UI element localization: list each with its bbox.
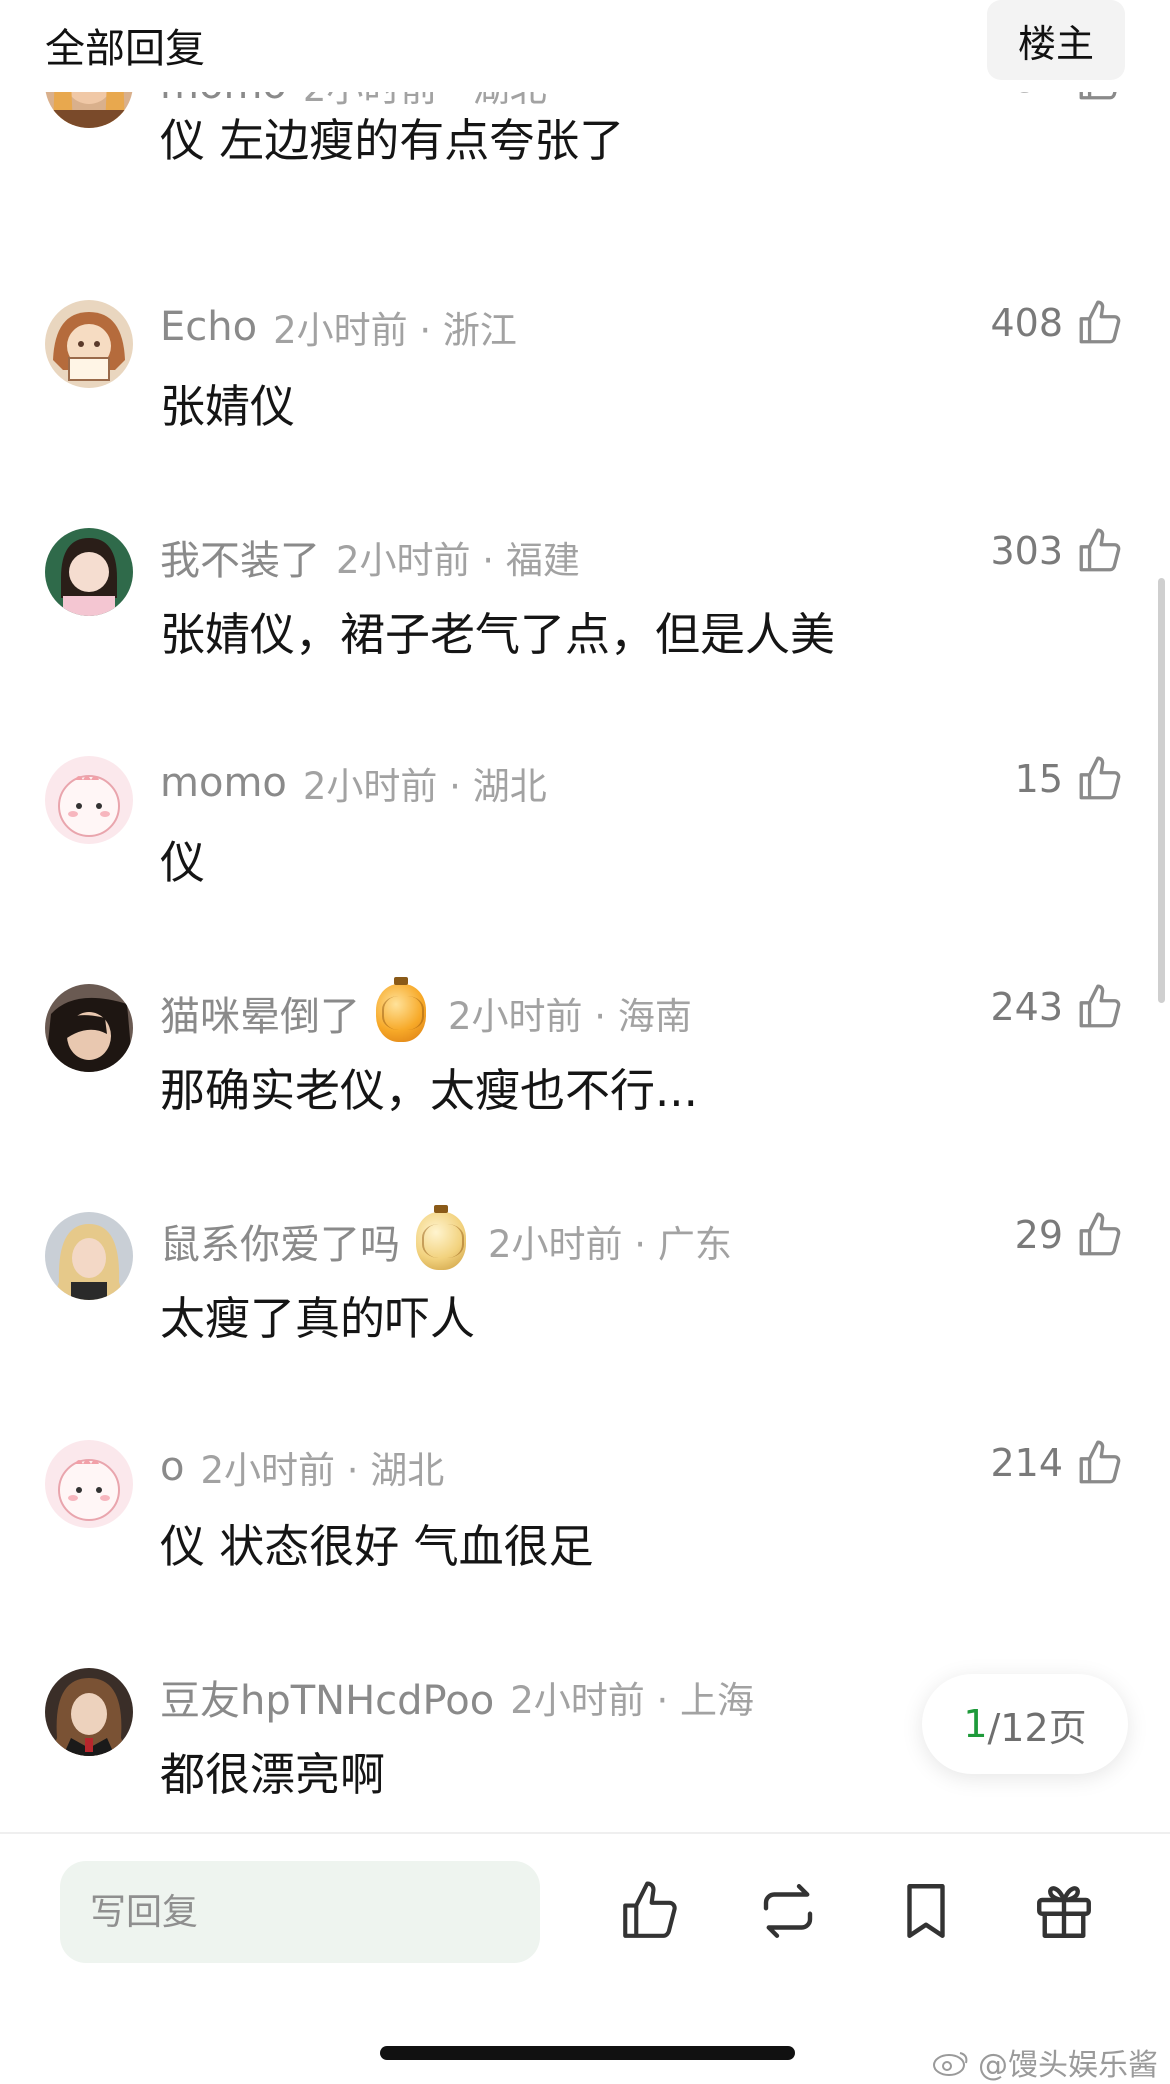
like-button[interactable]: 29 <box>1015 1210 1125 1260</box>
comment-text: 张婧仪，裙子老气了点，但是人美 <box>160 608 836 661</box>
page-indicator[interactable]: 1 /12页 <box>922 1674 1128 1774</box>
gift-icon[interactable] <box>1031 1878 1097 1944</box>
comment-meta: Echo 2小时前 · 浙江 <box>160 300 517 354</box>
avatar[interactable] <box>45 300 133 388</box>
comment-item[interactable]: momo 2小时前 · 湖北 仪 15 <box>0 756 1170 956</box>
comment-meta: 我不装了 2小时前 · 福建 <box>160 528 580 586</box>
avatar[interactable] <box>45 984 133 1072</box>
lantern-icon <box>376 977 426 1042</box>
reply-input[interactable] <box>60 1861 540 1963</box>
comment-meta: momo 2小时前 · 湖北 <box>160 756 547 810</box>
avatar[interactable] <box>45 1440 133 1528</box>
comment-text: 张婧仪 <box>160 380 296 433</box>
like-count: 243 <box>990 985 1063 1029</box>
comment-text: 仪 左边瘦的有点夸张了 <box>160 114 625 167</box>
time-location: 2小时前 · 海南 <box>448 995 692 1038</box>
thumbs-up-icon <box>1079 756 1121 800</box>
avatar[interactable] <box>45 1212 133 1300</box>
home-indicator[interactable] <box>380 2046 795 2060</box>
comment-item[interactable]: 我不装了 2小时前 · 福建 张婧仪，裙子老气了点，但是人美 303 <box>0 528 1170 728</box>
comment-text: 那确实老仪，太瘦也不行... <box>160 1064 698 1117</box>
nickname[interactable]: Echo <box>160 304 257 350</box>
bottom-action-bar: @馒头娱乐酱 <box>0 1832 1170 2083</box>
comment-item[interactable]: Echo 2小时前 · 浙江 张婧仪 408 <box>0 300 1170 500</box>
thumbs-up-icon <box>1079 984 1121 1028</box>
comment-text: 仪 <box>160 836 206 889</box>
time-location: 2小时前 · 广东 <box>488 1223 732 1266</box>
time-location: 2小时前 · 上海 <box>510 1679 755 1722</box>
avatar[interactable] <box>45 756 133 844</box>
comment-text: 太瘦了真的吓人 <box>160 1292 476 1345</box>
thumbs-up-icon <box>1079 1440 1121 1484</box>
time-location: 2小时前 · 浙江 <box>273 309 517 352</box>
comment-item[interactable]: 猫咪晕倒了 2小时前 · 海南 那确实老仪，太瘦也不行... 243 <box>0 977 1170 1184</box>
thumbs-up-icon <box>1079 528 1121 572</box>
scrollbar[interactable] <box>1158 578 1165 1003</box>
nickname[interactable]: 鼠系你爱了吗 <box>160 1212 400 1270</box>
comment-item[interactable]: 鼠系你爱了吗 2小时前 · 广东 太瘦了真的吓人 29 <box>0 1205 1170 1412</box>
thumbs-up-icon <box>1079 1212 1121 1256</box>
like-count: 408 <box>990 301 1063 345</box>
comment-text: 都很漂亮啊 <box>160 1748 386 1801</box>
like-button[interactable]: 214 <box>990 1438 1125 1488</box>
avatar[interactable] <box>45 528 133 616</box>
thumbs-up-icon <box>1079 300 1121 344</box>
nickname[interactable]: o <box>160 1444 184 1490</box>
avatar[interactable] <box>45 1668 133 1756</box>
bookmark-icon[interactable] <box>893 1878 959 1944</box>
thumbs-up-icon[interactable] <box>617 1878 683 1944</box>
like-count: 303 <box>990 529 1063 573</box>
nickname[interactable]: 猫咪晕倒了 <box>160 984 360 1042</box>
time-location: 2小时前 · 湖北 <box>302 765 547 808</box>
comment-meta: 鼠系你爱了吗 2小时前 · 广东 <box>160 1205 732 1270</box>
like-count: 29 <box>1014 1213 1063 1257</box>
nickname[interactable]: 我不装了 <box>160 528 320 586</box>
comment-text: 仪 状态很好 气血很足 <box>160 1520 594 1573</box>
comment-list: momo 2小时前 · 湖北 仪 左边瘦的有点夸张了 757 Echo 2小时前… <box>0 0 1170 1832</box>
nickname[interactable]: 豆友hpTNHcdPoo <box>160 1668 494 1726</box>
repost-icon[interactable] <box>755 1878 821 1944</box>
time-location: 2小时前 · 湖北 <box>200 1449 445 1492</box>
weibo-icon <box>933 2052 968 2076</box>
header: 全部回复 楼主 <box>0 0 1170 92</box>
like-button[interactable]: 243 <box>990 982 1125 1032</box>
like-count: 15 <box>1014 757 1063 801</box>
watermark-text: @馒头娱乐酱 <box>978 2048 1158 2083</box>
comment-item[interactable]: o 2小时前 · 湖北 仪 状态很好 气血很足 214 <box>0 1440 1170 1640</box>
total-pages: /12页 <box>987 1705 1087 1750</box>
page-title: 全部回复 <box>45 26 205 72</box>
like-button[interactable]: 15 <box>1015 754 1125 804</box>
like-button[interactable]: 408 <box>990 298 1125 348</box>
nickname[interactable]: momo <box>160 760 287 806</box>
op-only-filter-button[interactable]: 楼主 <box>987 0 1125 80</box>
like-button[interactable]: 303 <box>990 526 1125 576</box>
like-count: 214 <box>990 1441 1063 1485</box>
lantern-icon <box>416 1205 466 1270</box>
comment-meta: 猫咪晕倒了 2小时前 · 海南 <box>160 977 692 1042</box>
comment-meta: 豆友hpTNHcdPoo 2小时前 · 上海 <box>160 1668 754 1726</box>
current-page: 1 <box>963 1702 988 1746</box>
watermark: @馒头娱乐酱 <box>932 2040 1158 2084</box>
time-location: 2小时前 · 福建 <box>336 539 580 582</box>
comment-meta: o 2小时前 · 湖北 <box>160 1440 444 1494</box>
